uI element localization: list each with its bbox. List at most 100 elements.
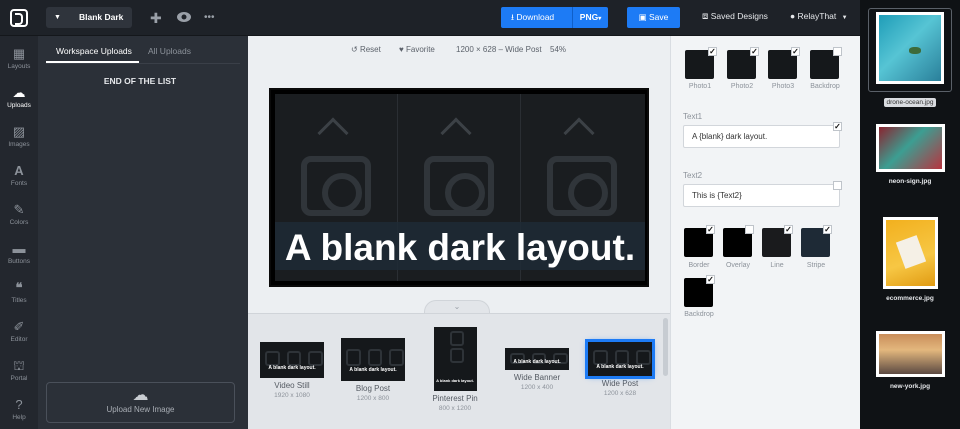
chevron-down-icon: ⌄ — [453, 302, 461, 311]
template-tray: A blank dark layout. Video Still 1920 x … — [248, 313, 670, 429]
photo3-checkbox[interactable]: ✓ — [791, 47, 800, 56]
download-button[interactable]: ⭳ Download PNG▾ — [501, 7, 608, 28]
strip-item-label: drone-ocean.jpg — [883, 98, 937, 107]
backdrop-color-checkbox[interactable]: ✓ — [706, 275, 715, 284]
strip-item-ecommerce[interactable]: ecommerce.jpg — [860, 217, 960, 302]
editor-icon: ✐ — [13, 319, 25, 334]
canvas-toolbar: ↺ Reset ♥ Favorite 1200 × 628 – Wide Pos… — [248, 36, 670, 63]
more-icon[interactable]: ••• — [204, 9, 215, 27]
template-pinterest-pin[interactable]: A blank dark layout. Pinterest Pin 800 x… — [424, 327, 486, 412]
template-wide-banner[interactable]: A blank dark layout. Wide Banner 1200 x … — [502, 348, 572, 391]
rail-item-portal[interactable]: ⛫ Portal — [0, 352, 38, 388]
upload-icon: ☁ — [12, 85, 26, 100]
text1-label: Text1 — [683, 112, 703, 121]
rail-item-images[interactable]: ▨ Images — [0, 118, 38, 154]
camera-icon — [301, 156, 371, 216]
rail-item-help[interactable]: ? Help — [0, 391, 38, 427]
saved-designs-link[interactable]: ⧈ Saved Designs — [702, 11, 768, 22]
template-thumbnail: A blank dark layout. — [341, 338, 405, 381]
photo1-checkbox[interactable]: ✓ — [708, 47, 717, 56]
uploads-panel: Workspace Uploads All Uploads END OF THE… — [38, 36, 248, 429]
zoom-label: 54% — [550, 45, 567, 54]
relaythat-logo[interactable] — [10, 9, 28, 27]
photo2-checkbox[interactable]: ✓ — [750, 47, 759, 56]
reset-icon: ↺ — [351, 45, 358, 54]
caret-down-icon: ▼ — [841, 15, 848, 21]
overlay-color-checkbox[interactable] — [745, 225, 754, 234]
artboard-content: A blank dark layout. — [275, 94, 645, 281]
template-wide-post[interactable]: A blank dark layout. Wide Post 1200 x 62… — [585, 339, 655, 397]
images-icon: ▨ — [12, 124, 26, 139]
photo1-label: Photo1 — [688, 83, 712, 90]
plus-icon[interactable]: ✚ — [150, 9, 162, 27]
fonts-icon: A — [14, 163, 24, 178]
end-of-list-label: END OF THE LIST — [103, 76, 177, 86]
line-color-label: Line — [770, 262, 784, 269]
rail-item-colors[interactable]: ✎ Colors — [0, 196, 38, 232]
new-york-thumbnail — [875, 331, 945, 377]
text1-field[interactable]: A {blank} dark layout. — [683, 125, 840, 148]
stripe-color-label: Stripe — [806, 262, 826, 269]
rail-item-titles[interactable]: ❝ Titles — [0, 274, 38, 310]
caret-down-icon: ▼ — [54, 14, 61, 21]
tray-scrollbar[interactable] — [663, 318, 668, 376]
camera-icon — [547, 156, 617, 216]
design-artboard[interactable]: A blank dark layout. — [269, 88, 649, 287]
text2-checkbox[interactable] — [833, 181, 842, 190]
cloud-upload-icon: ☁ — [132, 387, 149, 404]
save-icon: ▣ — [638, 12, 647, 22]
left-rail: ▦ Layouts ☁ Uploads ▨ Images A Fonts ✎ Colors… — [0, 36, 38, 429]
rail-item-fonts[interactable]: A Fonts — [0, 157, 38, 193]
download-icon: ⭳ — [511, 12, 514, 22]
reset-button[interactable]: ↺ Reset — [351, 45, 381, 54]
help-icon: ? — [15, 397, 23, 412]
tab-workspace-uploads[interactable]: Workspace Uploads — [56, 46, 132, 56]
text1-checkbox[interactable]: ✓ — [833, 122, 842, 131]
rail-item-uploads[interactable]: ☁ Uploads — [0, 79, 38, 115]
tab-all-uploads[interactable]: All Uploads — [148, 46, 191, 56]
ecommerce-thumbnail — [882, 217, 938, 289]
properties-panel: ✓ Photo1 ✓ Photo2 ✓ Photo3 Backdrop Text… — [670, 36, 860, 429]
image-strip: drone-ocean.jpg neon-sign.jpg ecommerce.… — [860, 0, 960, 429]
template-video-still[interactable]: A blank dark layout. Video Still 1920 x … — [259, 342, 325, 399]
heart-icon: ♥ — [399, 45, 404, 54]
rail-item-editor[interactable]: ✐ Editor — [0, 313, 38, 349]
text2-field[interactable]: This is {Text2} — [683, 184, 840, 207]
template-thumbnail: A blank dark layout. — [433, 327, 477, 391]
buttons-icon: ▬ — [12, 241, 26, 256]
rail-item-buttons[interactable]: ▬ Buttons — [0, 235, 38, 271]
collapse-tray-button[interactable]: ⌄ — [424, 300, 490, 314]
saved-designs-icon: ⧈ — [702, 11, 709, 22]
canvas-size-label: 1200 × 628 – Wide Post — [456, 45, 542, 54]
user-icon: ● — [790, 11, 796, 21]
download-label: ⭳ Download — [511, 12, 555, 22]
backdrop-color-label: Backdrop — [684, 311, 714, 318]
save-button[interactable]: ▣ Save — [627, 7, 680, 28]
layouts-icon: ▦ — [12, 46, 26, 61]
strip-item-label: new-york.jpg — [889, 383, 931, 390]
template-thumbnail: A blank dark layout. — [260, 342, 324, 378]
rail-item-layouts[interactable]: ▦ Layouts — [0, 40, 38, 76]
format-dropdown[interactable]: PNG▾ — [572, 7, 608, 28]
strip-item-neon-sign[interactable]: neon-sign.jpg — [860, 124, 960, 185]
photo3-label: Photo3 — [771, 83, 795, 90]
user-menu[interactable]: ● RelayThat ▼ — [790, 11, 848, 21]
headline-text[interactable]: A blank dark layout. — [275, 226, 645, 270]
drone-ocean-thumbnail — [876, 12, 944, 84]
backdrop-photo-checkbox[interactable] — [833, 47, 842, 56]
border-color-checkbox[interactable]: ✓ — [706, 225, 715, 234]
colors-icon: ✎ — [13, 202, 25, 217]
design-select[interactable]: ▼ Blank Dark — [46, 7, 132, 28]
stripe-color-checkbox[interactable]: ✓ — [823, 225, 832, 234]
canvas-area: ↺ Reset ♥ Favorite 1200 × 628 – Wide Pos… — [248, 36, 670, 429]
template-blog-post[interactable]: A blank dark layout. Blog Post 1200 x 80… — [340, 338, 406, 402]
favorite-button[interactable]: ♥ Favorite — [399, 45, 435, 54]
template-thumbnail: A blank dark layout. — [505, 348, 569, 370]
upload-new-image-button[interactable]: ☁ Upload New Image — [46, 382, 235, 423]
strip-item-new-york[interactable]: new-york.jpg — [860, 331, 960, 390]
strip-item-drone-ocean[interactable]: drone-ocean.jpg — [860, 8, 960, 107]
template-thumbnail: A blank dark layout. — [585, 339, 655, 379]
line-color-checkbox[interactable]: ✓ — [784, 225, 793, 234]
strip-item-label: ecommerce.jpg — [886, 295, 934, 302]
eye-icon[interactable] — [176, 9, 192, 27]
